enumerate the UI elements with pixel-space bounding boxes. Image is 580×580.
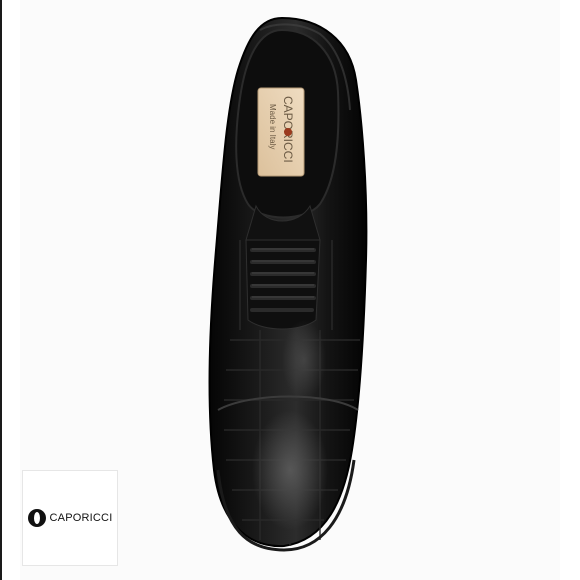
brand-logo-card: CAPORICCI (22, 470, 118, 566)
insole-label (257, 87, 305, 177)
insole-tagline: Made in Italy (268, 104, 277, 149)
brand-name: CAPORICCI (49, 512, 113, 524)
caporicci-logo-icon (27, 509, 46, 527)
left-border (0, 0, 2, 580)
brand-logo: CAPORICCI (27, 509, 113, 527)
